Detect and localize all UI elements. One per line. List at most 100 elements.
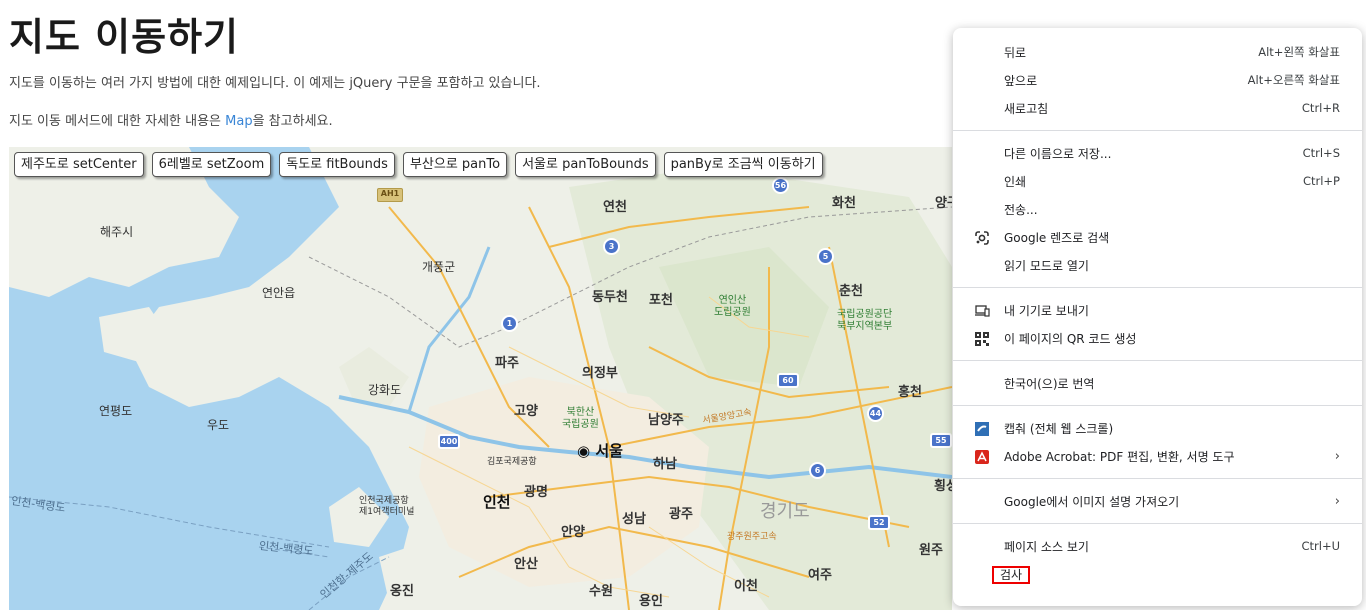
map-shield-ah1: AH1	[377, 188, 403, 202]
context-menu-item-label-wrap: 앞으로	[1004, 72, 1248, 89]
context-menu-item-1-4[interactable]: 읽기 모드로 열기	[953, 251, 1362, 279]
page-title: 지도 이동하기	[9, 15, 239, 59]
map-label-gwangju: 광주	[669, 507, 693, 522]
fit-bounds-dokdo-button[interactable]: 독도로 fitBounds	[279, 152, 395, 177]
context-menu-item-label: Google 렌즈로 검색	[1004, 230, 1110, 245]
context-menu-item-6-0[interactable]: 페이지 소스 보기 Ctrl+U	[953, 532, 1362, 560]
map-label-suwon: 수원	[589, 584, 613, 599]
map-shield-60: 60	[777, 373, 799, 388]
context-menu-item-label-wrap: 검사	[992, 565, 1340, 584]
map-label-gwangmyeong: 광명	[524, 485, 548, 500]
pan-by-button[interactable]: panBy로 조금씩 이동하기	[663, 152, 823, 177]
context-menu-item-label: 새로고침	[1004, 101, 1049, 116]
context-menu-item-4-1[interactable]: Adobe Acrobat: PDF 편집, 변환, 서명 도구 ›	[953, 442, 1362, 470]
context-menu-separator	[953, 523, 1362, 524]
context-menu-item-label-wrap: 읽기 모드로 열기	[1004, 257, 1340, 274]
map-label-uijeongbu: 의정부	[582, 366, 618, 381]
map-label-wonju: 원주	[919, 543, 943, 558]
adobe-acrobat-icon	[974, 449, 990, 465]
context-menu-item-label-wrap: 인쇄	[1004, 173, 1303, 190]
map-label-hoengseong: 횡성	[934, 479, 952, 494]
map-label-ansan: 안산	[514, 557, 538, 572]
map-shield-44: 44	[867, 405, 884, 422]
map-shield-1: 1	[501, 315, 518, 332]
context-menu-item-label: 캡춰 (전체 웹 스크롤)	[1004, 421, 1114, 436]
context-menu-item-5-0[interactable]: Google에서 이미지 설명 가져오기 ›	[953, 487, 1362, 515]
map-shield-52: 52	[868, 515, 890, 530]
context-menu-item-0-1[interactable]: 앞으로 Alt+오른쪽 화살표	[953, 66, 1362, 94]
context-menu-item-label: 인쇄	[1004, 174, 1027, 189]
context-menu-item-label: 뒤로	[1004, 45, 1027, 60]
map-label-dongducheon: 동두천	[592, 290, 628, 305]
context-menu-item-4-0[interactable]: 캡춰 (전체 웹 스크롤)	[953, 414, 1362, 442]
context-menu-item-label: 앞으로	[1004, 73, 1038, 88]
map-doc-link[interactable]: Map	[225, 114, 252, 129]
map-label-hanam: 하남	[653, 457, 677, 472]
context-menu-item-label-wrap: Google 렌즈로 검색	[1004, 229, 1340, 246]
context-menu-item-label-wrap: 새로고침	[1004, 100, 1302, 117]
context-menu-item-label-wrap: 다른 이름으로 저장...	[1004, 145, 1303, 162]
context-menu-separator	[953, 478, 1362, 479]
map-label-anyang: 안양	[561, 525, 585, 540]
map-label-haeju: 해주시	[100, 225, 134, 239]
context-menu-item-label-wrap: 한국어(으)로 번역	[1004, 375, 1340, 392]
context-menu-item-label-wrap: Adobe Acrobat: PDF 편집, 변환, 서명 도구	[1004, 448, 1335, 465]
map-label-yeoju: 여주	[808, 568, 832, 583]
pan-to-busan-button[interactable]: 부산으로 panTo	[402, 152, 508, 177]
context-menu-item-label-wrap: 페이지 소스 보기	[1004, 538, 1301, 555]
context-menu-item-label: 다른 이름으로 저장...	[1004, 146, 1112, 161]
chevron-right-icon: ›	[1334, 493, 1340, 509]
map-label-road-gwangju-wonju: 광주원주고속	[727, 532, 777, 542]
context-menu-item-label: Adobe Acrobat: PDF 편집, 변환, 서명 도구	[1004, 449, 1235, 464]
context-menu-item-1-3[interactable]: Google 렌즈로 검색	[953, 223, 1362, 251]
context-menu-item-0-0[interactable]: 뒤로 Alt+왼쪽 화살표	[953, 38, 1362, 66]
map-label-seongnam: 성남	[622, 512, 646, 527]
map-label-seoul: ◉ 서울	[577, 442, 623, 460]
context-menu-item-3-0[interactable]: 한국어(으)로 번역	[953, 369, 1362, 397]
context-menu-shortcut: Ctrl+R	[1301, 101, 1340, 115]
reference-prefix: 지도 이동 메서드에 대한 자세한 내용은	[9, 114, 226, 129]
context-menu-item-2-0[interactable]: 내 기기로 보내기	[953, 296, 1362, 324]
context-menu-shortcut: Ctrl+S	[1302, 146, 1340, 160]
map-label-park-north: 국립공원공단 북부지역본부	[837, 309, 893, 332]
context-menu-item-1-1[interactable]: 인쇄 Ctrl+P	[953, 167, 1362, 195]
map-shield-55: 55	[930, 433, 952, 448]
map-label-airport: 인천국제공항 제1여객터미널	[359, 496, 415, 517]
map-shield-5: 5	[817, 248, 834, 265]
context-menu-item-label: Google에서 이미지 설명 가져오기	[1004, 494, 1180, 509]
context-menu-shortcut: Ctrl+P	[1302, 174, 1340, 188]
map-base-layer	[9, 147, 952, 610]
context-menu-item-0-2[interactable]: 새로고침 Ctrl+R	[953, 94, 1362, 122]
pan-to-bounds-seoul-button[interactable]: 서울로 panToBounds	[515, 152, 656, 177]
context-menu-item-6-1[interactable]: 검사	[953, 560, 1362, 588]
context-menu-separator	[953, 287, 1362, 288]
context-menu-separator	[953, 130, 1362, 131]
map-label-yeonan: 연안읍	[262, 286, 296, 300]
set-center-jeju-button[interactable]: 제주도로 setCenter	[14, 152, 144, 177]
context-menu-item-label: 내 기기로 보내기	[1004, 303, 1089, 318]
map-view[interactable]: 해주시 연안읍 개풍군 강화도 연평도 우도 연천 화천 양구 동두천 포천 춘…	[9, 147, 952, 610]
context-menu-item-label: 페이지 소스 보기	[1004, 539, 1089, 554]
context-menu-shortcut: Alt+오른쪽 화살표	[1247, 73, 1340, 87]
context-menu-item-1-0[interactable]: 다른 이름으로 저장... Ctrl+S	[953, 139, 1362, 167]
map-label-yeoncheon: 연천	[603, 200, 627, 215]
map-label-ongjin: 옹진	[390, 584, 414, 599]
context-menu-item-2-1[interactable]: 이 페이지의 QR 코드 생성	[953, 324, 1362, 352]
context-menu-item-label: 한국어(으)로 번역	[1004, 376, 1095, 391]
map-label-hongcheon: 홍천	[898, 385, 922, 400]
context-menu-item-label-wrap: 뒤로	[1004, 44, 1258, 61]
map-label-gyeonggi: 경기도	[760, 501, 810, 522]
map-label-yeonpyeong: 연평도	[99, 404, 133, 418]
map-control-buttons: 제주도로 setCenter 6레벨로 setZoom 독도로 fitBound…	[14, 152, 823, 177]
set-zoom-level6-button[interactable]: 6레벨로 setZoom	[151, 152, 272, 177]
map-label-gimpo: 김포국제공항	[487, 457, 537, 467]
context-menu-item-1-2[interactable]: 전송...	[953, 195, 1362, 223]
context-menu-item-label-wrap: 캡춰 (전체 웹 스크롤)	[1004, 420, 1340, 437]
map-label-ganghwa: 강화도	[368, 383, 402, 397]
context-menu-item-label: 이 페이지의 QR 코드 생성	[1004, 331, 1137, 346]
map-label-yongin: 용인	[639, 594, 663, 609]
map-shield-6: 6	[809, 462, 826, 479]
context-menu-item-label-wrap: Google에서 이미지 설명 가져오기	[1004, 493, 1335, 510]
context-menu-item-label-wrap: 내 기기로 보내기	[1004, 302, 1340, 319]
map-label-goyang: 고양	[514, 404, 538, 419]
